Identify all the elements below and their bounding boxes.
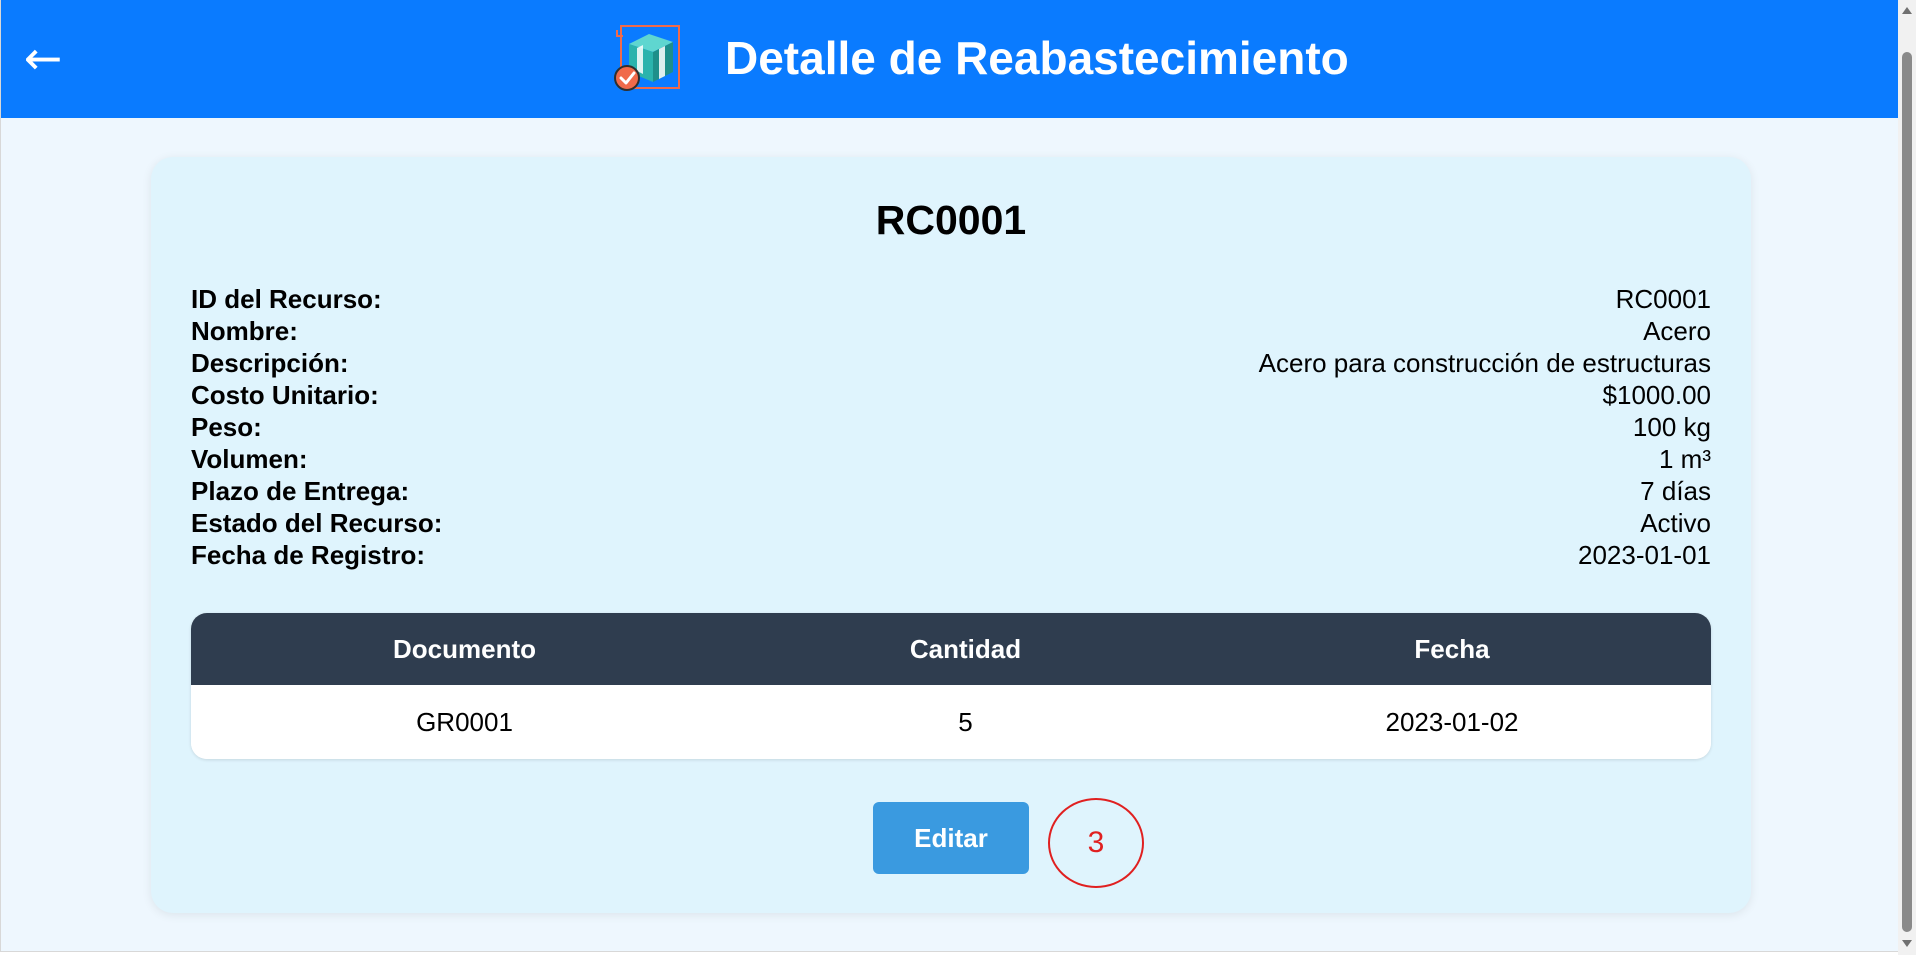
detail-row-resource-id: ID del Recurso: RC0001 (191, 283, 1711, 315)
column-header-date: Fecha (1414, 634, 1490, 664)
replenishment-table: Documento Cantidad Fecha GR0001 5 2023-0… (191, 613, 1711, 759)
annotation-marker: 3 (1048, 798, 1144, 888)
detail-label: Costo Unitario: (191, 380, 379, 410)
detail-label: Plazo de Entrega: (191, 476, 410, 506)
column-header-quantity: Cantidad (909, 634, 1022, 664)
detail-value: 1 m³ (1659, 444, 1711, 474)
detail-row-unit-cost: Costo Unitario: $1000.00 (191, 379, 1711, 411)
detail-row-description: Descripción: Acero para construcción de … (191, 347, 1711, 379)
detail-value: RC0001 (1615, 284, 1711, 314)
detail-label: Nombre: (191, 316, 298, 346)
detail-row-lead-time: Plazo de Entrega: 7 días (191, 475, 1711, 507)
detail-label: Descripción: (191, 348, 349, 378)
scrollbar-thumb[interactable] (1902, 52, 1912, 932)
cell-document: GR0001 (416, 707, 513, 737)
detail-value: Acero para construcción de estructuras (1258, 348, 1711, 378)
cell-quantity: 5 (958, 707, 973, 737)
detail-label: Peso: (191, 412, 262, 442)
column-header-document: Documento (393, 634, 536, 664)
record-title: RC0001 (875, 197, 1027, 243)
detail-list: ID del Recurso: RC0001 Nombre: Acero Des… (191, 283, 1711, 571)
table-header: Documento Cantidad Fecha (191, 613, 1711, 685)
edit-button[interactable]: Editar (873, 802, 1029, 874)
page-title: Detalle de Reabastecimiento (725, 32, 1349, 84)
detail-row-volume: Volumen: 1 m³ (191, 443, 1711, 475)
detail-row-weight: Peso: 100 kg (191, 411, 1711, 443)
detail-label: Estado del Recurso: (191, 508, 443, 538)
detail-value: Acero (1643, 316, 1711, 346)
detail-row-status: Estado del Recurso: Activo (191, 507, 1711, 539)
detail-label: ID del Recurso: (191, 284, 382, 314)
app-header: ← Detalle de Reabastecimiento (1, 0, 1898, 118)
package-check-icon (614, 25, 680, 91)
scroll-up-arrow-icon[interactable] (1902, 7, 1912, 14)
detail-label: Volumen: (191, 444, 308, 474)
vertical-scrollbar[interactable] (1898, 0, 1916, 955)
detail-value: 7 días (1640, 476, 1711, 506)
back-arrow-icon[interactable]: ← (19, 28, 67, 88)
detail-row-registration-date: Fecha de Registro: 2023-01-01 (191, 539, 1711, 571)
detail-value: $1000.00 (1602, 380, 1711, 410)
detail-row-name: Nombre: Acero (191, 315, 1711, 347)
detail-value: 2023-01-01 (1578, 540, 1711, 570)
cell-date: 2023-01-02 (1385, 707, 1519, 737)
table-row: GR0001 5 2023-01-02 (191, 685, 1711, 759)
detail-value: 100 kg (1632, 412, 1711, 442)
detail-card: RC0001 ID del Recurso: RC0001 Nombre: Ac… (151, 157, 1751, 913)
scroll-down-arrow-icon[interactable] (1902, 940, 1912, 947)
app-viewport: ← Detalle de Reabastecimiento RC0001 ID … (0, 0, 1898, 952)
detail-label: Fecha de Registro: (191, 540, 426, 570)
detail-value: Activo (1640, 508, 1711, 538)
